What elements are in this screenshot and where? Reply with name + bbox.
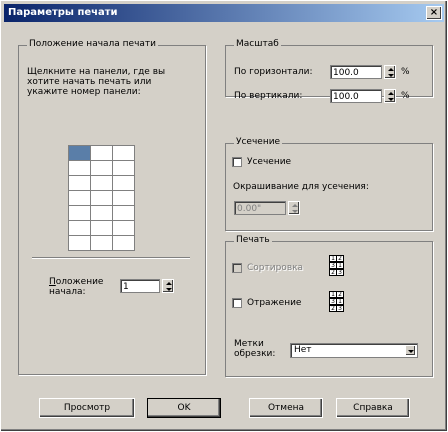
panel-cell-4[interactable] — [69, 161, 91, 176]
panel-cell-19[interactable] — [69, 236, 91, 251]
panel-cell-3[interactable] — [113, 146, 135, 161]
instruction-line-3: укажите номер панели: — [27, 87, 141, 97]
help-button[interactable]: Справка — [336, 398, 410, 418]
panel-cell-9[interactable] — [113, 176, 135, 191]
panel-cell-10[interactable] — [69, 191, 91, 206]
vertical-scale-spinner[interactable] — [384, 89, 396, 103]
panel-cell-1[interactable] — [69, 146, 91, 161]
mirror-label[interactable]: Отражение — [247, 298, 301, 308]
horizontal-scale-label: По горизонтали: — [234, 67, 313, 77]
instruction-line-1: Щелкните на панели, где вы — [27, 67, 166, 77]
vertical-scale-label: По вертикали: — [234, 91, 303, 101]
panel-cell-14[interactable] — [91, 206, 113, 221]
sort-checkbox[interactable] — [232, 263, 242, 273]
vertical-scale-input[interactable]: 100.0 — [330, 89, 382, 103]
mirror-checkbox[interactable] — [232, 298, 242, 308]
vertical-scale-unit: % — [401, 91, 410, 101]
chevron-down-icon[interactable] — [405, 345, 416, 356]
panel-cell-11[interactable] — [91, 191, 113, 206]
clip-fill-spinner[interactable] — [288, 201, 300, 215]
panel-cell-20[interactable] — [91, 236, 113, 251]
start-position-label-1: Положение — [49, 277, 104, 287]
instruction-line-2: хотите начать печать или — [27, 77, 152, 87]
clip-fill-label: Окрашивание для усечения: — [233, 182, 369, 192]
panel-cell-7[interactable] — [69, 176, 91, 191]
title-bar[interactable]: Параметры печати × — [4, 4, 444, 22]
cancel-button[interactable]: Отмена — [249, 398, 323, 418]
panel-cell-21[interactable] — [113, 236, 135, 251]
horizontal-scale-unit: % — [401, 67, 410, 77]
horizontal-scale-input[interactable]: 100.0 — [330, 65, 382, 79]
print-legend: Печать — [234, 235, 272, 245]
clip-fill-input[interactable]: 0.00" — [234, 201, 286, 215]
panel-cell-16[interactable] — [69, 221, 91, 236]
panel-cell-5[interactable] — [91, 161, 113, 176]
panel-cell-13[interactable] — [69, 206, 91, 221]
start-position-label-2: начала: — [49, 287, 86, 297]
crop-marks-value: Нет — [294, 345, 312, 355]
panel-cell-2[interactable] — [91, 146, 113, 161]
mirror-order-icon: 12 31 23 — [329, 291, 347, 312]
preview-button[interactable]: Просмотр — [39, 398, 135, 418]
ok-button[interactable]: OK — [147, 398, 221, 418]
scale-legend: Масштаб — [234, 39, 281, 49]
collate-order-icon: 12 31 23 — [329, 255, 347, 276]
panel-grid[interactable] — [68, 145, 135, 251]
close-button[interactable]: × — [426, 6, 442, 20]
crop-marks-label-2: обрезки: — [234, 349, 276, 359]
sort-label: Сортировка — [247, 263, 304, 273]
start-position-label-1-rest: оложение — [55, 277, 104, 287]
crop-marks-label-1: Метки — [234, 339, 264, 349]
print-settings-dialog: Параметры печати × Положение начала печа… — [0, 0, 448, 432]
start-position-legend: Положение начала печати — [27, 39, 159, 49]
start-position-input[interactable]: 1 — [120, 279, 160, 293]
panel-cell-17[interactable] — [91, 221, 113, 236]
clip-checkbox-label[interactable]: Усечение — [247, 157, 291, 167]
panel-cell-8[interactable] — [91, 176, 113, 191]
window-title: Параметры печати — [8, 7, 118, 18]
panel-cell-6[interactable] — [113, 161, 135, 176]
clip-checkbox[interactable] — [232, 157, 242, 167]
crop-marks-select[interactable]: Нет — [290, 343, 418, 358]
start-position-spinner[interactable] — [162, 279, 174, 293]
clip-legend: Усечение — [234, 137, 283, 147]
horizontal-scale-spinner[interactable] — [384, 65, 396, 79]
panel-cell-15[interactable] — [113, 206, 135, 221]
panel-cell-18[interactable] — [113, 221, 135, 236]
start-divider — [32, 257, 190, 259]
panel-cell-12[interactable] — [113, 191, 135, 206]
